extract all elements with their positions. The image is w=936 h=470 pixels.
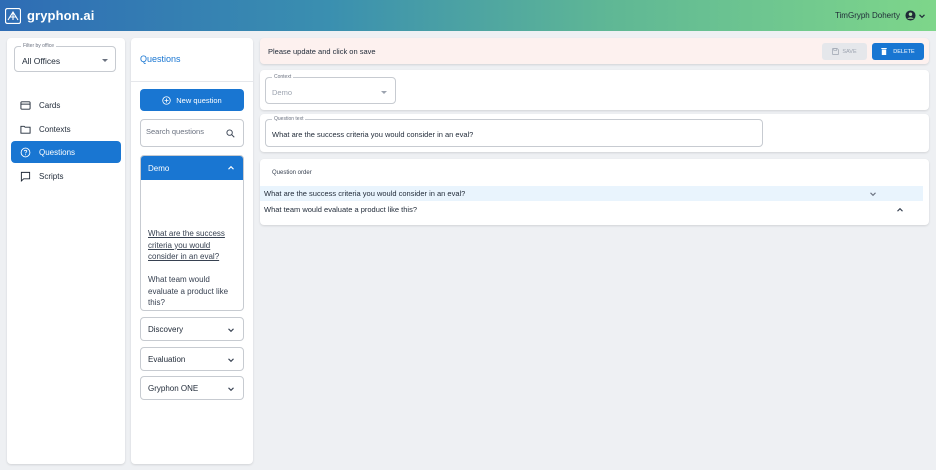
divider [131,81,253,82]
group-name: Gryphon ONE [148,383,199,393]
chevron-down-icon [228,358,234,363]
top-bar: gryphon.ai TimGryph Doherty [0,0,936,31]
office-filter-select[interactable]: Filter by office All Offices [14,43,116,72]
new-question-label: New question [176,95,222,105]
nav-item-cards[interactable]: Cards [11,94,121,116]
nav-item-questions[interactable]: Questions [11,141,121,163]
group-name: Demo [148,163,170,173]
unsaved-changes-banner: Please update and click on save SAVE DEL… [260,38,929,64]
app-name: gryphon.ai [27,8,95,23]
new-question-button[interactable]: New question [140,89,244,111]
context-label: Context [272,74,294,80]
question-order-panel: Question order What are the success crit… [260,159,929,225]
group-name: Evaluation [148,354,186,364]
card-icon [20,100,31,110]
user-menu[interactable]: TimGryph Doherty [835,0,926,31]
chat-bubble-icon [20,171,31,182]
banner-message: Please update and click on save [268,47,376,56]
nav-item-scripts[interactable]: Scripts [11,165,121,187]
add-circle-icon [162,95,171,105]
order-row[interactable]: What team would evaluate a product like … [260,202,923,217]
chevron-down-icon [228,328,234,333]
question-group-demo: Demo What are the success criteria you w… [140,155,244,311]
delete-label: DELETE [893,48,915,55]
chevron-down-icon [919,13,925,18]
question-group-evaluation[interactable]: Evaluation [140,347,244,371]
save-icon [832,48,840,55]
trash-icon [881,48,887,55]
delete-button[interactable]: DELETE [872,43,924,60]
group-header-demo[interactable]: Demo [141,156,243,180]
left-nav-panel: Filter by office All Offices Cards Conte… [7,38,125,464]
office-filter-value: All Offices [22,56,61,66]
folder-icon [20,125,31,134]
question-circle-icon [20,147,31,157]
office-filter-label: Filter by office [21,43,57,49]
group-name: Discovery [148,324,184,334]
search-field [140,119,244,147]
question-group-gryphon-one[interactable]: Gryphon ONE [140,376,244,400]
nav-item-label: Cards [39,100,61,110]
context-panel: Context Demo [260,70,929,110]
account-circle-icon [905,10,916,21]
nav-item-label: Contexts [39,124,71,134]
question-order-title: Question order [272,170,312,176]
questions-list-panel: Questions New question Demo What are the… [131,38,253,464]
question-list-item[interactable]: What team would evaluate a product like … [148,274,238,309]
question-text-panel: Question text What are the success crite… [260,114,929,152]
gryphon-logo-icon [5,7,21,24]
save-label: SAVE [842,48,857,55]
nav-item-label: Questions [39,147,76,157]
order-row-text: What are the success criteria you would … [264,189,466,198]
questions-panel-title: Questions [140,54,181,64]
question-list-item[interactable]: What are the success criteria you would … [148,228,238,263]
save-button[interactable]: SAVE [822,43,867,60]
app-logo[interactable]: gryphon.ai [5,7,95,24]
question-text-field[interactable]: Question text What are the success crite… [265,116,763,147]
search-input[interactable] [146,127,221,136]
move-down-icon[interactable] [869,190,877,198]
question-group-discovery[interactable]: Discovery [140,317,244,341]
order-row[interactable]: What are the success criteria you would … [260,186,923,201]
context-value: Demo [272,88,293,97]
chevron-up-icon [228,165,234,170]
nav-item-contexts[interactable]: Contexts [11,118,121,140]
dropdown-arrow-icon [102,59,108,62]
move-up-icon[interactable] [896,206,904,214]
chevron-down-icon [228,387,234,392]
user-name: TimGryph Doherty [834,11,900,20]
nav-item-label: Scripts [39,171,64,181]
dropdown-arrow-icon [381,91,387,94]
order-row-text: What team would evaluate a product like … [264,205,417,214]
context-select[interactable]: Context Demo [265,74,396,104]
search-icon[interactable] [226,129,235,138]
question-text-label: Question text [272,116,306,122]
question-text-value: What are the success criteria you would … [272,130,474,139]
